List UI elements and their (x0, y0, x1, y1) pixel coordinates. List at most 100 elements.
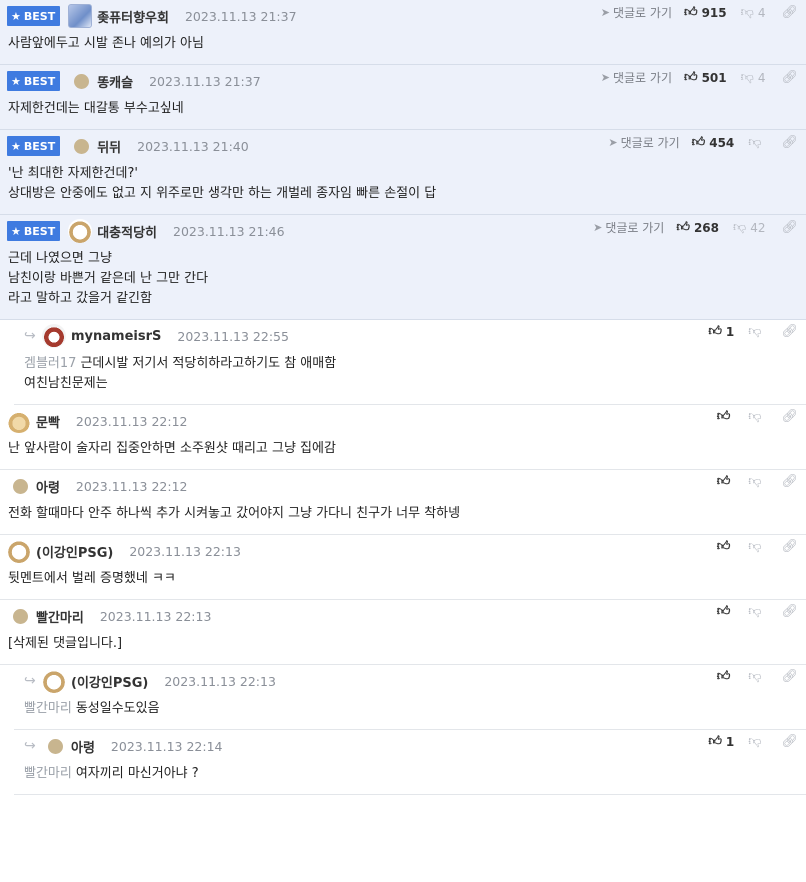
goto-label: 댓글로 가기 (612, 71, 672, 85)
avatar[interactable] (74, 138, 90, 154)
comment-text: 동성일수도있음 (75, 701, 160, 716)
goto-comment-link[interactable]: ➤ 댓글로 가기 (608, 134, 679, 151)
nickname[interactable]: 아령 (36, 477, 60, 496)
goto-comment-link[interactable]: ➤ 댓글로 가기 (601, 4, 672, 21)
nickname[interactable]: 뒤뒤 (97, 137, 121, 156)
comment-header: ↪ 아령 2023.11.13 22:14 (24, 730, 792, 756)
mention-nick[interactable]: 빨간마리 (24, 766, 72, 781)
best-badge: ★ BEST (7, 6, 61, 26)
downvote-button[interactable]: 👎︎ (748, 734, 765, 749)
comment-line: 상대방은 안중에도 없고 지 위주로만 생각만 하는 개벌레 종자임 빠른 손절… (8, 184, 792, 204)
downvote-button[interactable]: 👎︎ 42 (733, 220, 765, 235)
comment-line: 뒷멘트에서 벌레 증명했네 ㅋㅋ (8, 569, 792, 589)
comment-line: 근데 나였으면 그냥 (8, 249, 792, 269)
avatar[interactable] (68, 219, 93, 243)
comment-body: 자제한건데는 대갈통 부수고싶네 (7, 91, 792, 129)
comment-actions: 👍︎ 👎︎ 🔗︎ (717, 409, 798, 424)
thumbs-down-icon: 👎︎ (733, 220, 747, 235)
link-icon[interactable]: 🔗︎ (781, 5, 798, 20)
comment-text: 여친남친문제는 (24, 376, 108, 391)
upvote-button[interactable]: 👍︎ (717, 539, 735, 554)
nickname[interactable]: (이강인PSG) (71, 672, 148, 691)
downvote-button[interactable]: 👎︎ (748, 324, 765, 339)
comment-text: 여자끼리 마신거아냐 ? (75, 766, 199, 781)
comment-actions: ➤ 댓글로 가기 👍︎ 915 👎︎ 4 🔗︎ (601, 4, 798, 21)
upvote-button[interactable]: 👍︎ 1 (708, 734, 734, 749)
mention-nick[interactable]: 빨간마리 (24, 701, 72, 716)
nickname[interactable]: 문빡 (36, 412, 60, 431)
goto-comment-link[interactable]: ➤ 댓글로 가기 (601, 69, 672, 86)
comment-actions: 👍︎ 👎︎ 🔗︎ (717, 669, 798, 684)
link-icon[interactable]: 🔗︎ (781, 669, 798, 684)
link-icon[interactable]: 🔗︎ (781, 539, 798, 554)
downvote-button[interactable]: 👎︎ (748, 539, 765, 554)
comment-body: 뒷멘트에서 벌레 증명했네 ㅋㅋ (7, 561, 792, 599)
link-icon[interactable]: 🔗︎ (781, 474, 798, 489)
comment-header: 빨간마리 2023.11.13 22:13 (7, 600, 792, 626)
nickname[interactable]: 대충적당히 (97, 222, 157, 241)
send-arrow-icon: ➤ (600, 71, 610, 84)
link-icon[interactable]: 🔗︎ (781, 409, 798, 424)
comment-item: ★ BEST 뒤뒤 2023.11.13 21:40 ➤ 댓글로 가기 👍︎ 454 👎︎ 🔗︎ '… (0, 130, 806, 215)
downvote-button[interactable]: 👎︎ (748, 474, 765, 489)
link-icon[interactable]: 🔗︎ (781, 135, 798, 150)
avatar[interactable] (7, 539, 31, 563)
comment-actions: 👍︎ 1 👎︎ 🔗︎ (708, 734, 798, 749)
timestamp: 2023.11.13 22:55 (177, 328, 289, 344)
upvote-button[interactable]: 👍︎ (717, 474, 735, 489)
upvote-button[interactable]: 👍︎ 454 (692, 135, 735, 150)
link-icon[interactable]: 🔗︎ (781, 220, 798, 235)
avatar[interactable] (74, 73, 90, 89)
comment-list: ★ BEST 좆퓨터향우회 2023.11.13 21:37 ➤ 댓글로 가기 👍︎ 915 👎… (0, 0, 806, 795)
upvote-button[interactable]: 👍︎ (717, 409, 735, 424)
downvote-button[interactable]: 👎︎ (748, 604, 765, 619)
upvote-button[interactable]: 👍︎ 501 (684, 70, 727, 85)
goto-comment-link[interactable]: ➤ 댓글로 가기 (593, 219, 664, 236)
nickname[interactable]: (이강인PSG) (36, 542, 113, 561)
downvote-button[interactable]: 👎︎ (748, 409, 765, 424)
comment-line: 난 앞사람이 술자리 집중안하면 소주원샷 때리고 그냥 집에감 (8, 439, 792, 459)
upvote-button[interactable]: 👍︎ (717, 604, 735, 619)
comment-actions: 👍︎ 👎︎ 🔗︎ (717, 474, 798, 489)
comment-header: ↪ (이강인PSG) 2023.11.13 22:13 (24, 665, 792, 693)
comment-line: 빨간마리 여자끼리 마신거아냐 ? (24, 764, 792, 784)
comment-line: '난 최대한 자제한건데?' (8, 164, 792, 184)
link-icon[interactable]: 🔗︎ (781, 70, 798, 85)
link-icon[interactable]: 🔗︎ (781, 324, 798, 339)
nickname[interactable]: 아령 (71, 737, 95, 756)
upvote-button[interactable]: 👍︎ 268 (676, 220, 719, 235)
nickname[interactable]: 똥캐슬 (97, 72, 133, 91)
comment-item: 아령 2023.11.13 22:12 👍︎ 👎︎ 🔗︎ 전화 할때마다 안주 하나씩 추… (0, 470, 806, 535)
nickname[interactable]: mynameisrS (71, 329, 161, 344)
link-icon[interactable]: 🔗︎ (781, 604, 798, 619)
avatar[interactable] (13, 478, 28, 494)
comment-line: 전화 할때마다 안주 하나씩 추가 시켜놓고 갔어야지 그냥 가다니 친구가 너… (8, 504, 792, 524)
nickname[interactable]: 빨간마리 (36, 607, 84, 626)
avatar[interactable] (13, 608, 28, 624)
avatar[interactable] (42, 324, 66, 348)
mention-nick[interactable]: 겜블러17 (24, 356, 76, 371)
thumbs-down-icon: 👎︎ (748, 604, 762, 619)
avatar[interactable] (48, 738, 63, 754)
comment-actions: 👍︎ 👎︎ 🔗︎ (717, 539, 798, 554)
downvote-button[interactable]: 👎︎ (748, 135, 765, 150)
upvote-button[interactable]: 👍︎ 915 (684, 5, 727, 20)
nickname[interactable]: 좆퓨터향우회 (97, 7, 169, 26)
comment-line: 겜블러17 근데시발 저기서 적당히하라고하기도 참 애매함 (24, 354, 792, 374)
downvote-button[interactable]: 👎︎ 4 (741, 70, 766, 85)
avatar[interactable] (42, 669, 66, 693)
downvote-button[interactable]: 👎︎ (748, 669, 765, 684)
downvote-button[interactable]: 👎︎ 4 (741, 5, 766, 20)
avatar[interactable] (7, 409, 31, 433)
best-label: BEST (23, 139, 56, 153)
best-label: BEST (23, 224, 56, 238)
upvote-button[interactable]: 👍︎ 1 (708, 324, 734, 339)
comment-header: 아령 2023.11.13 22:12 (7, 470, 792, 496)
avatar[interactable] (68, 4, 93, 28)
upvote-button[interactable]: 👍︎ (717, 669, 735, 684)
thumbs-down-icon: 👎︎ (740, 5, 754, 20)
star-icon: ★ (11, 9, 21, 23)
comment-body: [삭제된 댓글입니다.] (7, 626, 792, 664)
link-icon[interactable]: 🔗︎ (781, 734, 798, 749)
comment-body: 사람앞에두고 시발 존나 예의가 아님 (7, 26, 792, 64)
